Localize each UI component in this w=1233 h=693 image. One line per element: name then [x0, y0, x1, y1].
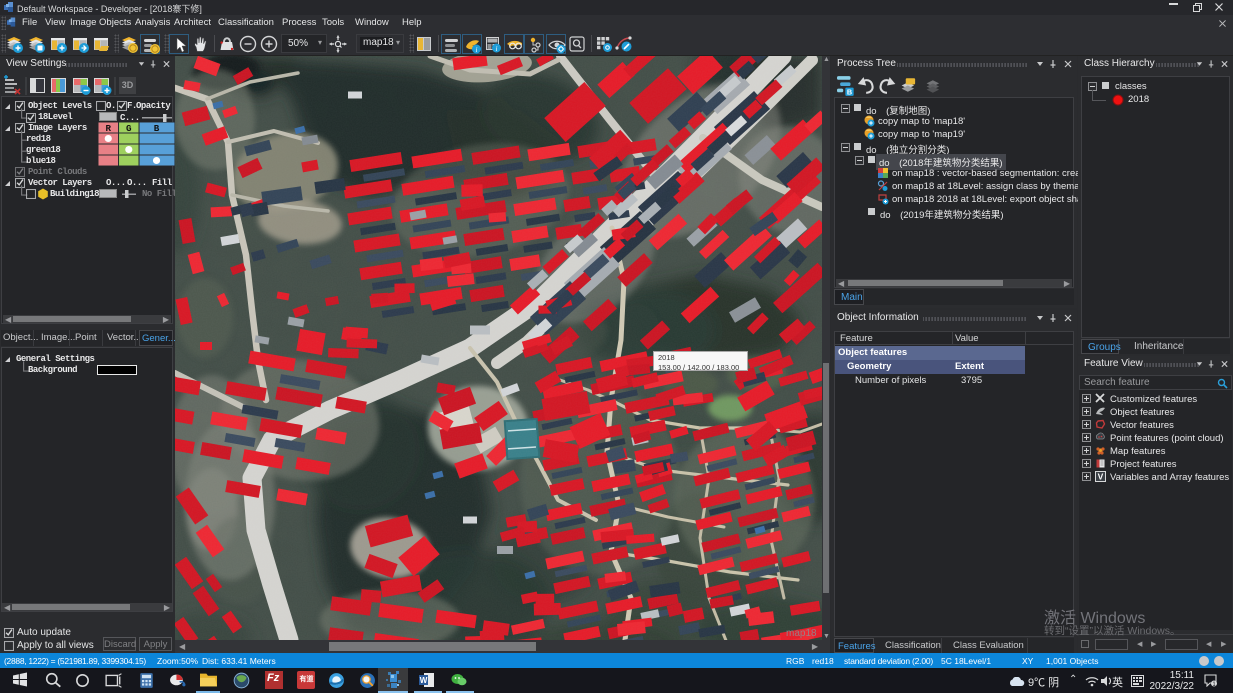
svg-text:G: G	[126, 123, 132, 134]
svg-text:V: V	[1098, 472, 1104, 482]
svg-text:B: B	[154, 123, 160, 134]
svg-text:B: B	[847, 87, 852, 96]
svg-text:i: i	[476, 46, 478, 54]
svg-text:map18: map18	[786, 628, 817, 639]
svg-text:i: i	[496, 45, 498, 53]
svg-text:R: R	[105, 123, 111, 134]
svg-text:W: W	[420, 676, 428, 685]
